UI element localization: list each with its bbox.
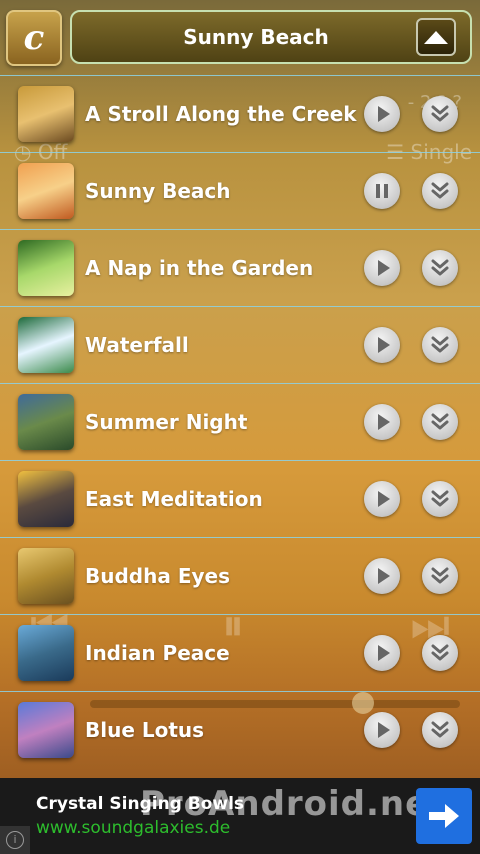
double-chevron-down-icon [431,413,449,430]
play-button[interactable] [364,96,400,132]
pause-icon [376,184,388,198]
track-row[interactable]: Summer Night [0,383,480,460]
ad-banner[interactable]: Crystal Singing Bowls www.soundgalaxies.… [0,778,480,854]
track-title: East Meditation [85,487,263,511]
track-thumbnail [18,702,74,758]
track-row[interactable]: Blue Lotus [0,691,480,768]
play-icon [377,106,390,122]
now-playing-bar[interactable]: Sunny Beach [70,10,472,64]
track-list: A Stroll Along the Creek Sunny Beach A Nap… [0,75,480,768]
expand-track-button[interactable] [422,96,458,132]
app-logo-button[interactable]: c [6,10,62,66]
double-chevron-down-icon [431,721,449,738]
track-thumbnail [18,625,74,681]
track-thumbnail [18,471,74,527]
play-icon [377,491,390,507]
track-thumbnail [18,317,74,373]
track-thumbnail [18,548,74,604]
ad-info-button[interactable]: i [0,826,30,854]
double-chevron-down-icon [431,490,449,507]
play-button[interactable] [364,635,400,671]
play-icon [377,414,390,430]
track-thumbnail [18,163,74,219]
track-title: Buddha Eyes [85,564,230,588]
play-button[interactable] [364,250,400,286]
header: c Sunny Beach [0,0,480,74]
double-chevron-down-icon [431,105,449,122]
ad-open-button[interactable] [416,788,472,844]
track-row[interactable]: A Stroll Along the Creek [0,75,480,152]
double-chevron-down-icon [431,336,449,353]
track-row[interactable]: Indian Peace [0,614,480,691]
expand-track-button[interactable] [422,173,458,209]
expand-track-button[interactable] [422,558,458,594]
info-icon: i [6,831,24,849]
play-icon [377,645,390,661]
double-chevron-down-icon [431,567,449,584]
track-title: A Stroll Along the Creek [85,102,357,126]
track-row[interactable]: A Nap in the Garden [0,229,480,306]
expand-track-button[interactable] [422,712,458,748]
track-title: Blue Lotus [85,718,205,742]
expand-track-button[interactable] [422,250,458,286]
track-title: Indian Peace [85,641,230,665]
track-title: Waterfall [85,333,189,357]
triangle-up-icon [424,30,448,44]
track-row[interactable]: Sunny Beach [0,152,480,229]
double-chevron-down-icon [431,182,449,199]
track-title: A Nap in the Garden [85,256,314,280]
track-thumbnail [18,240,74,296]
play-button[interactable] [364,481,400,517]
expand-track-button[interactable] [422,404,458,440]
track-row[interactable]: Buddha Eyes [0,537,480,614]
play-button[interactable] [364,712,400,748]
track-thumbnail [18,394,74,450]
now-playing-title: Sunny Beach [183,25,329,49]
play-icon [377,337,390,353]
watermark-text: ProAndroid.net [140,784,447,824]
double-chevron-down-icon [431,644,449,661]
logo-letter: c [23,18,45,58]
play-icon [377,260,390,276]
play-icon [377,722,390,738]
expand-track-button[interactable] [422,635,458,671]
double-chevron-down-icon [431,259,449,276]
pause-button[interactable] [364,173,400,209]
track-title: Sunny Beach [85,179,231,203]
track-row[interactable]: East Meditation [0,460,480,537]
play-icon [377,568,390,584]
arrow-right-icon [429,804,459,828]
play-button[interactable] [364,558,400,594]
track-thumbnail [18,86,74,142]
play-button[interactable] [364,327,400,363]
expand-track-button[interactable] [422,327,458,363]
expand-track-button[interactable] [422,481,458,517]
play-button[interactable] [364,404,400,440]
track-row[interactable]: Waterfall [0,306,480,383]
collapse-list-button[interactable] [416,18,456,56]
track-title: Summer Night [85,410,248,434]
